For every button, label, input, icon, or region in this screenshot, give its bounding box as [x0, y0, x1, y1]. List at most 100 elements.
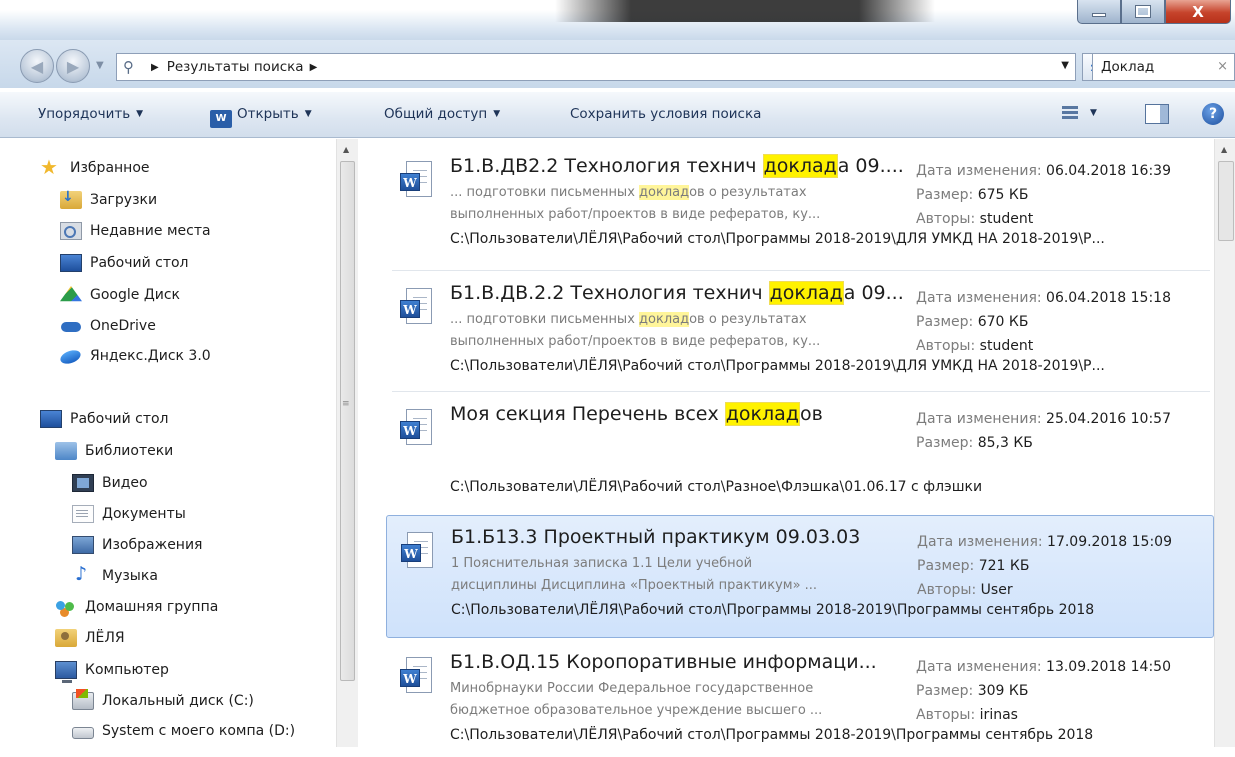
help-icon[interactable]: ?: [1202, 103, 1224, 125]
nav-label: Документы: [102, 506, 186, 522]
user-folder-icon: [55, 629, 77, 647]
nav-onedrive[interactable]: OneDrive: [60, 317, 156, 335]
open-label: Открыть: [237, 106, 299, 122]
breadcrumb-search-results[interactable]: Результаты поиска: [167, 59, 304, 75]
change-view-icon[interactable]: [1062, 104, 1078, 124]
result-item[interactable]: W Б1.В.ДВ.2.2 Технология технич доклада …: [386, 272, 1214, 388]
result-item[interactable]: W Б1.В.ДВ2.2 Технология технич доклада 0…: [386, 145, 1214, 261]
local-disk-icon: [72, 689, 94, 710]
clear-search-icon[interactable]: ×: [1217, 59, 1228, 74]
maximize-button[interactable]: [1121, 0, 1165, 24]
address-bar[interactable]: ⚲ ▶ Результаты поиска ▶ ▼: [116, 53, 1076, 81]
minimize-button[interactable]: [1077, 0, 1121, 24]
address-dropdown-icon[interactable]: ▼: [1061, 60, 1069, 71]
close-button[interactable]: X: [1165, 0, 1231, 24]
nav-label: Рабочий стол: [70, 411, 169, 427]
result-modified: Дата изменения: 17.09.2018 15:09: [917, 534, 1172, 550]
result-item-selected[interactable]: W Б1.Б13.3 Проектный практикум 09.03.03 …: [386, 515, 1214, 638]
scrollbar-thumb[interactable]: [1218, 161, 1234, 241]
chevron-down-icon: ▼: [304, 109, 312, 119]
nav-video[interactable]: Видео: [72, 474, 148, 492]
share-label: Общий доступ: [384, 106, 488, 122]
result-item[interactable]: W Моя секция Перечень всех докладов C:\П…: [386, 393, 1214, 509]
nav-label: OneDrive: [90, 318, 156, 334]
forward-button[interactable]: ▶: [56, 49, 90, 83]
result-authors: Авторы: User: [917, 582, 1013, 598]
navigation-scrollbar[interactable]: ▲ ≡: [336, 139, 358, 747]
scroll-up-icon[interactable]: ▲: [1221, 145, 1227, 154]
nav-label: Рабочий стол: [90, 255, 189, 271]
nav-images[interactable]: Изображения: [72, 536, 202, 554]
nav-recent-places[interactable]: Недавние места: [60, 222, 211, 240]
search-input[interactable]: [1101, 59, 1201, 75]
recent-pages-dropdown[interactable]: ▼: [96, 60, 110, 74]
nav-downloads[interactable]: Загрузки: [60, 189, 157, 209]
minimize-icon: [1092, 12, 1106, 17]
result-name: Б1.Б13.3 Проектный практикум 09.03.03: [451, 526, 861, 548]
back-arrow-icon: ◀: [30, 56, 44, 76]
nav-google-drive[interactable]: Google Диск: [60, 286, 180, 304]
nav-favorites[interactable]: Избранное: [40, 155, 150, 179]
nav-desktop-root[interactable]: Рабочий стол: [40, 410, 169, 428]
nav-desktop[interactable]: Рабочий стол: [60, 254, 189, 272]
nav-local-disk-c[interactable]: Локальный диск (C:): [72, 689, 254, 710]
address-row: ◀ ▶ ▼ ⚲ ▶ Результаты поиска ▶ ▼ ⇆ ×: [0, 40, 1235, 88]
documents-library-icon: [72, 505, 94, 523]
result-modified: Дата изменения: 06.04.2018 15:18: [916, 290, 1171, 306]
window-title-bar: X: [0, 0, 1235, 40]
save-search-button[interactable]: Сохранить условия поиска: [570, 106, 761, 122]
view-options-dropdown[interactable]: ▼: [1090, 108, 1097, 118]
word-document-icon: W: [398, 657, 432, 697]
result-snippet: дисциплины Дисциплина «Проектный практик…: [451, 578, 818, 593]
result-path: C:\Пользователи\ЛЁЛЯ\Рабочий стол\Разное…: [450, 479, 983, 495]
word-document-icon: W: [398, 288, 432, 328]
result-authors: Авторы: student: [916, 338, 1034, 354]
nav-label: Изображения: [102, 537, 203, 553]
star-icon: [40, 155, 62, 179]
organize-button[interactable]: Упорядочить ▼: [38, 106, 143, 122]
nav-label: Избранное: [70, 160, 150, 176]
result-divider: [392, 270, 1210, 271]
result-item[interactable]: W Б1.В.ОД.15 Коропоративные информаци...…: [386, 641, 1214, 757]
result-size: Размер: 675 КБ: [916, 187, 1029, 203]
result-authors: Авторы: student: [916, 211, 1034, 227]
libraries-icon: [55, 442, 77, 460]
result-modified: Дата изменения: 13.09.2018 14:50: [916, 659, 1171, 675]
scroll-up-icon[interactable]: ▲: [343, 145, 349, 154]
navigation-pane: Избранное Загрузки Недавние места Рабочи…: [0, 139, 360, 747]
word-document-icon: W: [398, 409, 432, 449]
yandex-disk-icon: [60, 347, 82, 365]
nav-yandex-disk[interactable]: Яндекс.Диск 3.0: [60, 347, 211, 365]
back-button[interactable]: ◀: [20, 49, 54, 83]
open-button[interactable]: W Открыть ▼: [210, 106, 312, 128]
scrollbar-thumb[interactable]: [340, 161, 355, 681]
desktop-icon: [40, 410, 62, 428]
nav-homegroup[interactable]: Домашняя группа: [55, 598, 218, 616]
breadcrumb-separator-icon[interactable]: ▶: [310, 62, 318, 73]
share-button[interactable]: Общий доступ ▼: [384, 106, 500, 122]
nav-label: Библиотеки: [85, 443, 174, 459]
result-name: Б1.В.ДВ2.2 Технология технич доклада 09.…: [450, 154, 904, 178]
result-snippet: бюджетное образовательное учреждение выс…: [450, 703, 823, 718]
results-scrollbar[interactable]: ▲: [1214, 139, 1235, 747]
command-bar: Упорядочить ▼ W Открыть ▼ Общий доступ ▼ Сох…: [0, 92, 1235, 138]
match-highlight: доклад: [768, 281, 844, 305]
search-folder-icon: ⚲: [123, 58, 134, 76]
nav-disk-d[interactable]: System с моего компа (D:): [72, 723, 295, 739]
word-document-icon: W: [398, 161, 432, 201]
search-box[interactable]: ×: [1092, 53, 1235, 81]
result-name: Б1.В.ОД.15 Коропоративные информаци...: [450, 651, 877, 673]
nav-libraries[interactable]: Библиотеки: [55, 442, 173, 460]
breadcrumb-separator-icon[interactable]: ▶: [151, 62, 159, 73]
nav-documents[interactable]: Документы: [72, 505, 186, 523]
chevron-down-icon: ▼: [96, 60, 104, 71]
nav-music[interactable]: Музыка: [72, 563, 158, 585]
result-modified: Дата изменения: 25.04.2016 10:57: [916, 411, 1171, 427]
nav-label: Локальный диск (C:): [102, 693, 254, 709]
images-library-icon: [72, 536, 94, 554]
preview-pane-icon[interactable]: [1145, 104, 1169, 124]
result-authors: Авторы: irinas: [916, 707, 1018, 723]
nav-user-folder[interactable]: ЛЁЛЯ: [55, 629, 125, 647]
nav-computer[interactable]: Компьютер: [55, 661, 169, 683]
onedrive-icon: [60, 317, 82, 335]
